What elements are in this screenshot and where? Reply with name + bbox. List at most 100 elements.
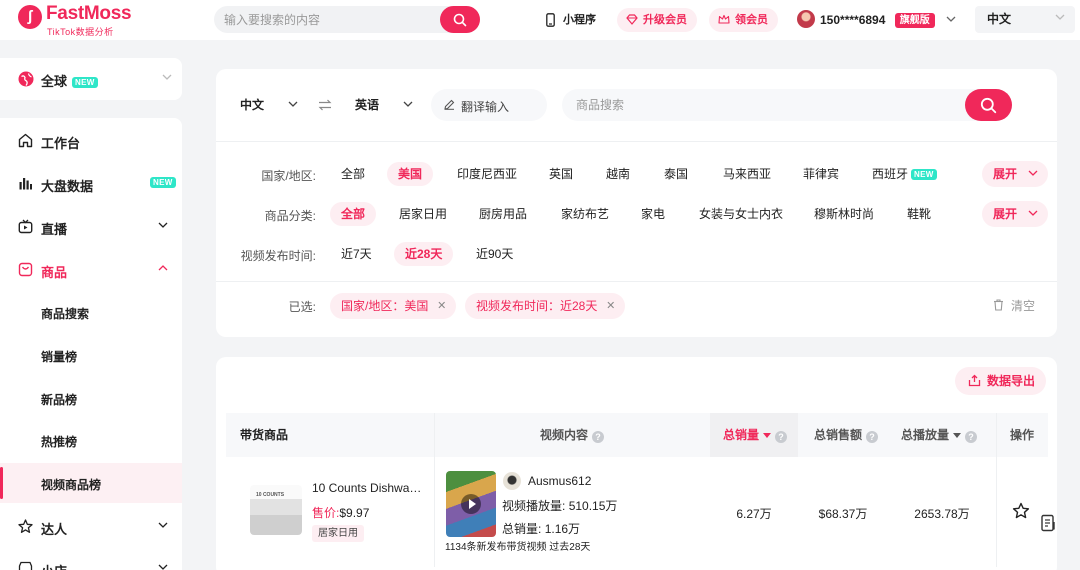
region-chip-vietnam[interactable]: 越南 — [595, 162, 641, 186]
selected-tag-label: 国家/地区：美国 — [341, 299, 429, 313]
logo[interactable]: ʃ FastMoss TikTok数据分析 — [18, 3, 132, 37]
divider — [216, 141, 1057, 142]
sidebar-subitem-label: 销量榜 — [41, 350, 78, 364]
chevron-down-icon — [158, 564, 168, 570]
video-count-note[interactable]: 1134条新发布带货视频 过去28天 — [445, 538, 590, 553]
video-thumbnail[interactable] — [446, 471, 496, 537]
sort-desc-icon — [763, 433, 772, 438]
region-chip-all[interactable]: 全部 — [330, 162, 376, 186]
region-chip-spain[interactable]: 西班牙 NEW — [861, 162, 948, 186]
sidebar-item-live[interactable]: 直播 — [0, 206, 182, 246]
time-chip-7d[interactable]: 近7天 — [330, 242, 383, 266]
selected-tag-time[interactable]: 视频发布时间：近28天 ✕ — [465, 293, 626, 319]
category-chip-textiles[interactable]: 家纺布艺 — [550, 202, 620, 226]
play-icon[interactable] — [461, 494, 481, 514]
sidebar-item-label: 大盘数据 — [41, 179, 94, 194]
column-header-total-sales[interactable]: 总销量? — [710, 413, 798, 457]
time-chip-90d[interactable]: 近90天 — [465, 242, 524, 266]
product-image[interactable] — [250, 485, 302, 535]
export-icon — [968, 374, 981, 387]
category-chip-household[interactable]: 居家日用 — [388, 202, 458, 226]
claim-member-button[interactable]: 领会员 — [709, 8, 778, 32]
upgrade-button[interactable]: 升级会员 — [617, 8, 697, 32]
category-expand-button[interactable]: 展开 — [982, 201, 1048, 227]
plan-badge: 旗舰版 — [894, 13, 935, 28]
creator-name[interactable]: Ausmus612 — [528, 474, 591, 488]
sidebar-subitem-sales-rank[interactable]: 销量榜 — [0, 335, 182, 375]
star-person-icon — [18, 519, 33, 533]
info-icon[interactable]: ? — [775, 431, 788, 443]
favorite-star-icon[interactable] — [1012, 502, 1030, 520]
region-selector[interactable]: 全球 NEW — [0, 58, 182, 100]
category-chip-muslim-fashion[interactable]: 穆斯林时尚 — [803, 202, 885, 226]
notes-icon[interactable] — [1040, 514, 1058, 532]
live-icon — [18, 219, 33, 234]
bag-icon — [18, 262, 33, 277]
category-chip-appliances[interactable]: 家电 — [630, 202, 676, 226]
region-chip-philippines[interactable]: 菲律宾 — [792, 162, 850, 186]
miniprogram-link[interactable]: 小程序 — [546, 8, 596, 32]
category-chip-kitchen[interactable]: 厨房用品 — [468, 202, 538, 226]
language-value: 中文 — [987, 12, 1012, 26]
swap-icon[interactable] — [318, 99, 332, 111]
pen-icon — [444, 99, 455, 110]
column-header-video[interactable]: 视频内容? — [540, 413, 605, 457]
sidebar-subitem-new-products[interactable]: 新品榜 — [0, 378, 182, 418]
product-search-button[interactable] — [965, 89, 1012, 121]
sidebar-subitem-video-products[interactable]: 视频商品榜 — [0, 463, 182, 503]
region-chip-thailand[interactable]: 泰国 — [653, 162, 699, 186]
product-search — [562, 89, 1012, 121]
column-header-total-revenue[interactable]: 总销售额? — [814, 413, 879, 457]
sidebar-subitem-hot-promo[interactable]: 热推榜 — [0, 420, 182, 460]
chevron-down-icon — [1028, 170, 1038, 176]
chevron-down-icon — [162, 74, 172, 80]
category-chip-all[interactable]: 全部 — [330, 202, 377, 226]
category-chip-womenswear[interactable]: 女装与女士内衣 — [688, 202, 794, 226]
translate-input-button[interactable]: 翻译输入 — [431, 89, 547, 121]
product-search-input[interactable] — [562, 89, 962, 121]
sort-desc-icon — [953, 433, 962, 438]
region-chip-uk[interactable]: 英国 — [538, 162, 584, 186]
sidebar-subitem-product-search[interactable]: 商品搜索 — [0, 292, 182, 332]
category-chip-shoes[interactable]: 鞋靴 — [896, 202, 942, 226]
creator-avatar[interactable] — [503, 472, 521, 490]
sidebar-item-products[interactable]: 商品 — [0, 249, 182, 289]
info-icon[interactable]: ? — [866, 431, 879, 443]
region-expand-button[interactable]: 展开 — [982, 161, 1048, 187]
logo-mark-icon: ʃ — [18, 5, 42, 29]
global-search-button[interactable] — [440, 6, 480, 33]
sidebar-item-creators[interactable]: 达人 — [0, 506, 182, 546]
selected-tag-region[interactable]: 国家/地区：美国 ✕ — [330, 293, 457, 319]
sidebar-item-workbench[interactable]: 工作台 — [0, 120, 182, 160]
info-icon[interactable]: ? — [592, 431, 605, 443]
product-title[interactable]: 10 Counts Dishwa… — [312, 481, 422, 495]
close-icon[interactable]: ✕ — [606, 293, 615, 319]
sidebar-item-label: 达人 — [41, 522, 68, 537]
close-icon[interactable]: ✕ — [437, 293, 446, 319]
claim-member-label: 领会员 — [735, 14, 768, 26]
sidebar-item-market-data[interactable]: 大盘数据 NEW — [0, 163, 182, 203]
language-select[interactable]: 中文 — [975, 6, 1075, 33]
user-menu[interactable]: 150****6894 旗舰版 — [797, 8, 956, 32]
chevron-down-icon — [288, 101, 298, 107]
home-icon — [18, 133, 33, 148]
selected-filters-label: 已选: — [288, 300, 316, 314]
chevron-down-icon — [403, 101, 413, 107]
region-chip-us[interactable]: 美国 — [387, 162, 434, 186]
region-filter-label: 国家/地区: — [261, 169, 316, 183]
time-chip-28d[interactable]: 近28天 — [394, 242, 454, 266]
sidebar-item-shops[interactable]: 小店 — [0, 548, 182, 570]
export-data-button[interactable]: 数据导出 — [955, 367, 1046, 395]
region-chip-malaysia[interactable]: 马来西亚 — [712, 162, 782, 186]
video-views: 视频播放量: 510.15万 — [502, 499, 618, 513]
column-header-total-views[interactable]: 总播放量? — [901, 413, 978, 457]
table-row[interactable]: 10 Counts Dishwa… 售价:$9.97 居家日用 Ausmus61… — [226, 457, 1048, 567]
source-language-select[interactable]: 中文 — [240, 92, 302, 118]
info-icon[interactable]: ? — [965, 431, 978, 443]
new-badge: NEW — [911, 169, 937, 180]
target-language-select[interactable]: 英语 — [355, 92, 417, 118]
chevron-up-icon — [158, 265, 168, 271]
region-label: 全球 NEW — [41, 71, 98, 90]
global-search-input[interactable] — [214, 6, 440, 33]
region-chip-indonesia[interactable]: 印度尼西亚 — [446, 162, 528, 186]
